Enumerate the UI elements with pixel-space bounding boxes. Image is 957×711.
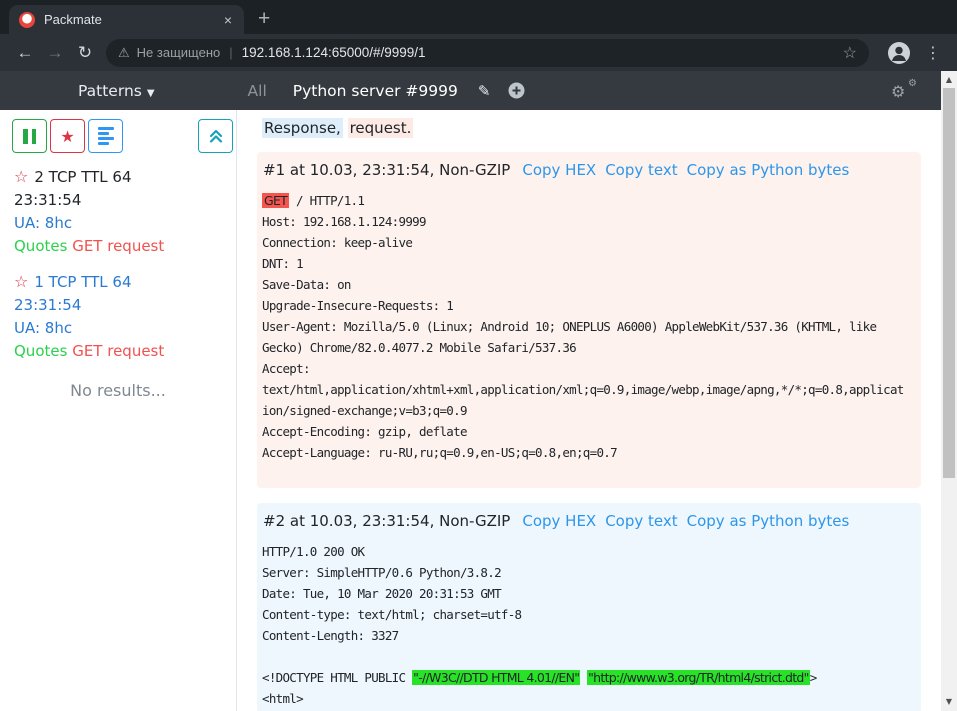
address-bar[interactable]: ⚠ Не защищено | 192.168.1.124:65000/#/99… (106, 39, 869, 67)
entry-tag: GET request (72, 342, 164, 360)
profile-avatar[interactable] (887, 41, 911, 65)
entry-tags: Quotes GET request (14, 340, 228, 363)
packet-list-item[interactable]: ☆2 TCP TTL 6423:31:54UA: 8hcQuotes GET r… (14, 165, 228, 258)
align-left-icon (98, 127, 114, 145)
sidebar-toolbar: ★ (0, 119, 236, 153)
tab-close-icon[interactable]: × (222, 13, 234, 27)
favorites-button[interactable]: ★ (50, 119, 85, 153)
copy-as-python-bytes-link[interactable]: Copy as Python bytes (687, 512, 850, 530)
pause-icon (23, 129, 36, 144)
browser-window: Packmate × + ← → ↻ ⚠ Не защищено | 192.1… (0, 0, 957, 711)
copy-text-link[interactable]: Copy text (605, 512, 677, 530)
url-text[interactable]: 192.168.1.124:65000/#/9999/1 (242, 45, 835, 60)
settings-gears-icon[interactable]: ⚙⚙ (891, 81, 917, 101)
double-chevron-up-icon (208, 128, 224, 144)
sidebar: ★ ☆2 TCP TTL 6423:31:54UA: 8hcQuote (0, 110, 237, 711)
bookmark-star-icon[interactable]: ☆ (843, 43, 857, 63)
menu-dots-icon[interactable]: ⋮ (925, 43, 941, 62)
highlight-response: Response, (262, 118, 343, 138)
copy-hex-link[interactable]: Copy HEX (522, 512, 596, 530)
entry-tags: Quotes GET request (14, 235, 228, 258)
plus-circle-icon (508, 82, 525, 99)
packmate-favicon (19, 12, 35, 28)
highlight-match-green: "-//W3C//DTD HTML 4.01//EN" (412, 670, 580, 685)
entry-title: 1 TCP TTL 64 (34, 273, 131, 291)
browser-tab-packmate[interactable]: Packmate × (9, 5, 244, 34)
highlight-match-green: "http://www.w3.org/TR/html4/strict.dtd" (587, 670, 810, 685)
entry-tag: Quotes (14, 237, 67, 255)
copy-hex-link[interactable]: Copy HEX (522, 161, 596, 179)
scrollbar[interactable]: ▲ ▼ (941, 71, 957, 711)
new-tab-button[interactable]: + (258, 8, 270, 29)
tab-strip: Packmate × + (0, 0, 957, 34)
address-divider: | (229, 45, 232, 60)
edit-pencil-icon[interactable]: ✎ (478, 82, 491, 100)
browser-toolbar: ← → ↻ ⚠ Не защищено | 192.168.1.124:6500… (0, 34, 957, 71)
card-header: #2 at 10.03, 23:31:54, Non-GZIP (263, 512, 510, 530)
packet-list-item[interactable]: ☆1 TCP TTL 6423:31:54UA: 8hcQuotes GET r… (14, 270, 228, 363)
card-body: HTTP/1.0 200 OKServer: SimpleHTTP/0.6 Py… (262, 541, 915, 709)
star-outline-icon[interactable]: ☆ (14, 272, 28, 291)
copy-as-python-bytes-link[interactable]: Copy as Python bytes (687, 161, 850, 179)
patterns-menu[interactable]: Patterns ▼ (78, 82, 155, 100)
entry-tag: Quotes (14, 342, 67, 360)
main-panel: Response, request. #1 at 10.03, 23:31:54… (237, 110, 941, 711)
tab-title: Packmate (44, 12, 222, 27)
entry-tag: GET request (72, 237, 164, 255)
no-results-text: No results... (0, 381, 236, 400)
highlight-match-red: GET (262, 193, 289, 208)
pause-button[interactable] (12, 119, 47, 153)
entry-time: 23:31:54 (14, 189, 228, 212)
list-button[interactable] (88, 119, 123, 153)
card-header: #1 at 10.03, 23:31:54, Non-GZIP (263, 161, 510, 179)
card-body: GET / HTTP/1.1Host: 192.168.1.124:9999Co… (262, 190, 915, 484)
stream-card-request: #1 at 10.03, 23:31:54, Non-GZIP Copy HEX C… (257, 152, 921, 488)
app-navbar: Patterns ▼ All Python server #9999 ✎ ⚙⚙ (0, 71, 941, 110)
back-icon[interactable]: ← (10, 43, 40, 63)
caret-down-icon: ▼ (147, 88, 155, 99)
tab-python-server[interactable]: Python server #9999 (293, 82, 458, 100)
entry-ua: UA: 8hc (14, 317, 228, 340)
scroll-down-arrow[interactable]: ▼ (941, 695, 957, 709)
packet-list: ☆2 TCP TTL 6423:31:54UA: 8hcQuotes GET r… (0, 165, 236, 363)
reload-icon[interactable]: ↻ (70, 43, 100, 63)
entry-ua: UA: 8hc (14, 212, 228, 235)
entry-time: 23:31:54 (14, 294, 228, 317)
collapse-button[interactable] (198, 119, 233, 153)
warning-icon: ⚠ (118, 45, 130, 61)
patterns-label: Patterns (78, 82, 142, 100)
scroll-thumb[interactable] (943, 88, 955, 478)
stream-card-response: #2 at 10.03, 23:31:54, Non-GZIP Copy HEX C… (257, 503, 921, 711)
add-pattern-button[interactable] (508, 82, 525, 99)
star-outline-icon[interactable]: ☆ (14, 167, 28, 186)
copy-text-link[interactable]: Copy text (605, 161, 677, 179)
security-label: Не защищено (137, 45, 221, 60)
forward-icon[interactable]: → (40, 43, 70, 63)
legend: Response, request. (262, 119, 921, 137)
scroll-up-arrow[interactable]: ▲ (941, 73, 957, 87)
entry-title: 2 TCP TTL 64 (34, 168, 131, 186)
star-icon: ★ (60, 127, 74, 146)
highlight-request: request. (348, 118, 414, 138)
tab-all[interactable]: All (248, 82, 267, 100)
